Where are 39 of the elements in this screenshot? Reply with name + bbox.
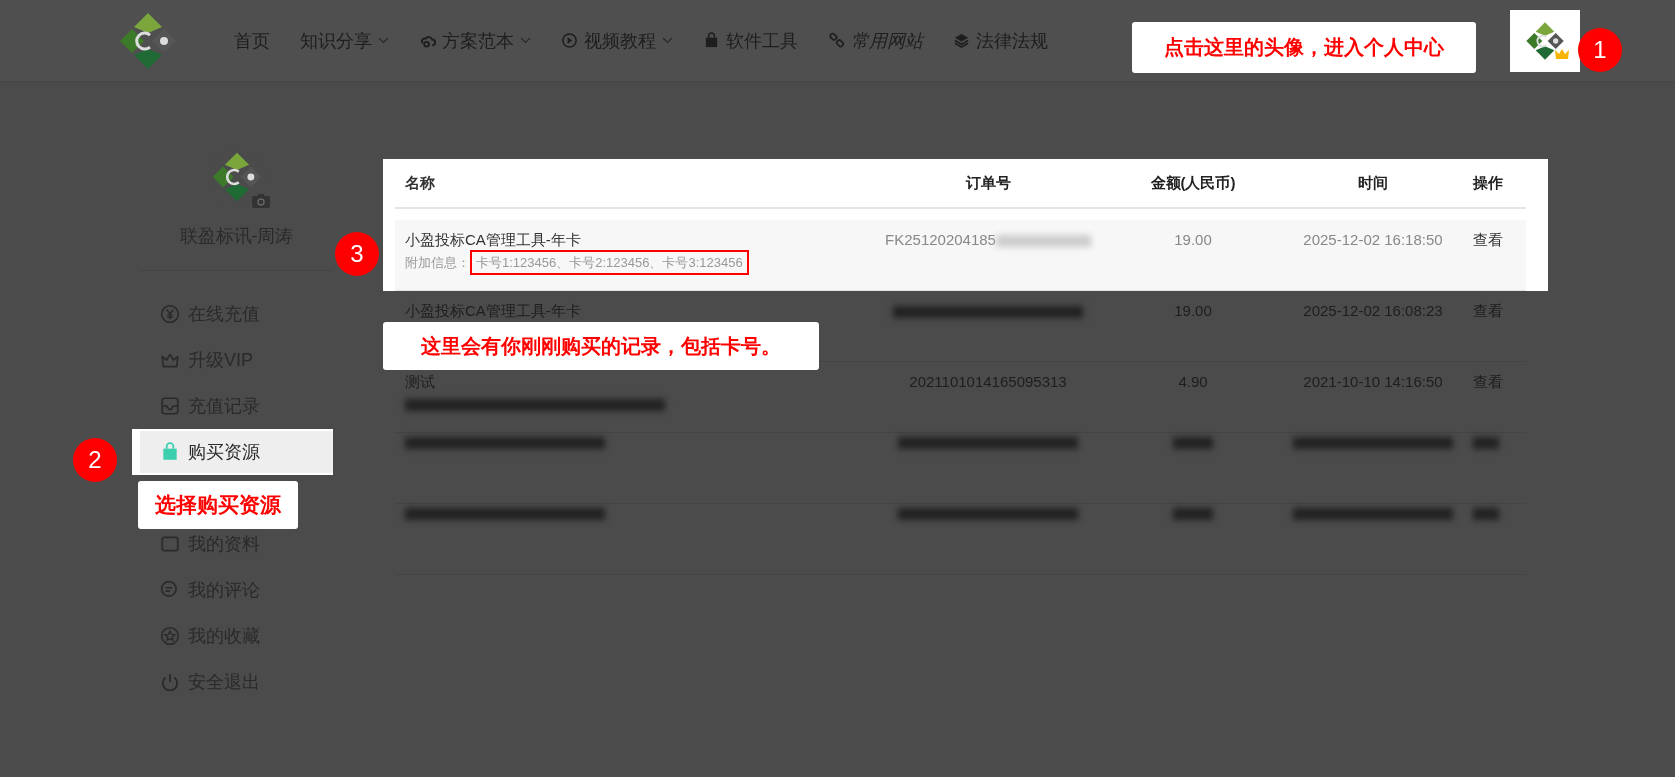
step-number-badge: 2 [73, 438, 117, 482]
instruction-tooltip: 选择购买资源 [138, 481, 298, 529]
step-number-badge: 3 [335, 232, 379, 276]
column-header: 订单号 [965, 173, 1011, 191]
chat-icon [160, 580, 180, 600]
instruction-tooltip: 这里会有你刚刚购买的记录，包括卡号。 [383, 322, 819, 370]
column-header: 操作 [1473, 173, 1503, 191]
view-link[interactable]: 查看 [1473, 231, 1503, 248]
site-logo[interactable] [118, 10, 178, 71]
card-icon [160, 534, 180, 554]
chevron-icon [378, 37, 389, 44]
crown-icon [1554, 47, 1570, 60]
card-numbers: 卡号1:123456、卡号2:123456、卡号3:123456 [470, 250, 749, 275]
chevron-icon [662, 37, 673, 44]
blurred-text [1173, 508, 1213, 521]
table-cell: 19.00 [1174, 231, 1212, 248]
column-header: 时间 [1358, 173, 1388, 191]
table-cell: FK25120204185 [885, 231, 996, 248]
play-icon [561, 32, 578, 49]
layers-icon [953, 32, 970, 49]
link-icon [828, 32, 845, 49]
chevron-icon [520, 37, 531, 44]
yen-icon [160, 304, 180, 324]
logo-icon[interactable] [1525, 20, 1565, 61]
column-header: 金额(人民币) [1150, 173, 1236, 191]
menu-item[interactable]: 购买资源 [132, 429, 333, 475]
instruction-tooltip: 点击这里的头像，进入个人中心 [1132, 22, 1476, 73]
user-avatar[interactable] [1510, 9, 1580, 72]
camera-icon [251, 194, 270, 208]
blurred-text [1173, 437, 1213, 450]
blurred-text [1473, 508, 1499, 521]
inbox-icon [160, 396, 180, 416]
blurred-text [1473, 437, 1499, 450]
power-icon [160, 672, 180, 692]
note-label: 附加信息： [405, 255, 470, 270]
profile-avatar[interactable] [210, 151, 263, 203]
column-header: 名称 [405, 173, 435, 191]
table-cell: 小盈投标CA管理工具-年卡 [405, 231, 581, 248]
table-cell: 2025-12-02 16:18:50 [1303, 231, 1443, 248]
